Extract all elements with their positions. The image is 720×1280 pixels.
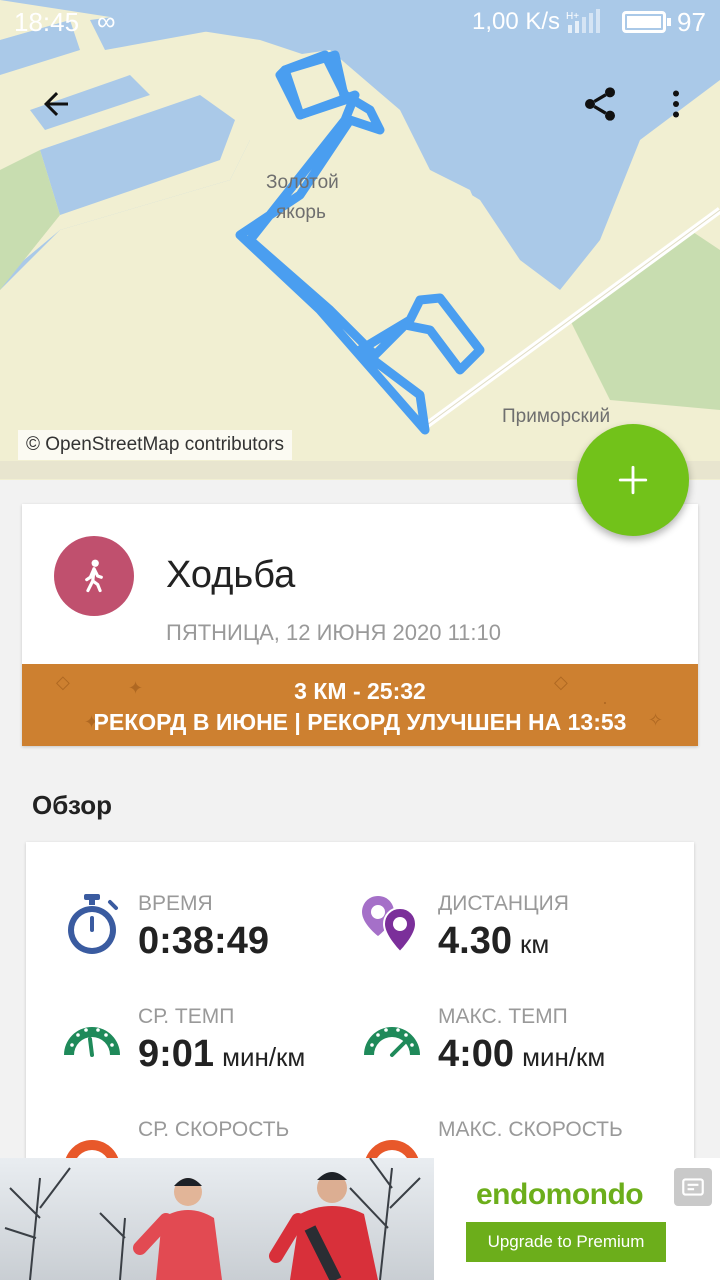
map-label-primorsky: Приморский <box>502 406 611 427</box>
stat-avg-pace[interactable]: СР. ТЕМП 9:01 мин/км <box>60 1005 360 1105</box>
map-label-zolotoy: Золотой <box>266 172 339 193</box>
status-time: 18:45 <box>14 7 80 37</box>
ad-brand: endomondo <box>476 1178 644 1211</box>
stopwatch-icon <box>68 894 118 954</box>
route-map[interactable]: Золотой якорь Приморский © OpenStreetMap… <box>0 0 720 480</box>
map-background <box>0 0 720 479</box>
walking-icon <box>85 559 103 593</box>
stat-label: МАКС. СКОРОСТЬ <box>438 1118 623 1141</box>
sport-name: Ходьба <box>166 554 296 596</box>
battery-percent: 97 <box>677 7 706 37</box>
location-pins-icon <box>362 896 418 954</box>
signal-icon: H+ <box>566 9 606 42</box>
arrow-back-icon <box>44 92 68 116</box>
stat-value: 9:01 мин/км <box>138 1033 306 1075</box>
ad-info-button[interactable] <box>674 1168 712 1206</box>
infinity-icon: ∞ <box>97 6 116 36</box>
stat-label: СР. СКОРОСТЬ <box>138 1118 290 1141</box>
map-attribution[interactable]: © OpenStreetMap contributors <box>18 430 292 460</box>
more-vert-icon <box>673 90 679 118</box>
add-fab-button[interactable] <box>577 424 689 536</box>
sport-avatar <box>54 536 134 616</box>
share-button[interactable] <box>576 80 624 128</box>
network-speed: 1,00 K/s <box>472 8 561 35</box>
upgrade-premium-button[interactable]: Upgrade to Premium <box>466 1222 666 1262</box>
gauge-icon <box>364 1027 420 1057</box>
network-type: H+ <box>566 11 579 22</box>
stat-time[interactable]: ВРЕМЯ 0:38:49 <box>60 892 360 992</box>
stat-max-pace[interactable]: МАКС. ТЕМП 4:00 мин/км <box>360 1005 660 1105</box>
status-bar: 18:45 ∞ 1,00 K/s H+ 97 <box>0 0 720 46</box>
stat-value: 4.30 км <box>438 920 550 962</box>
record-subtitle: РЕКОРД В ИЮНЕ | РЕКОРД УЛУЧШЕН НА 13:53 <box>93 709 627 735</box>
battery-icon <box>622 11 671 33</box>
more-menu-button[interactable] <box>652 80 700 128</box>
ad-runners-image <box>0 1158 434 1280</box>
gauge-icon <box>64 1027 120 1057</box>
stat-value: 0:38:49 <box>138 920 269 962</box>
ad-banner[interactable]: endomondo Upgrade to Premium <box>0 1158 720 1280</box>
ad-info-icon <box>682 1178 704 1196</box>
record-title: 3 КМ - 25:32 <box>294 678 426 704</box>
stat-value: 4:00 мин/км <box>438 1033 606 1075</box>
stat-label: СР. ТЕМП <box>138 1005 235 1028</box>
overview-stats-card: ВРЕМЯ 0:38:49 ДИСТАНЦИЯ 4.30 км СР. ТЕМП … <box>26 842 694 1172</box>
stat-distance[interactable]: ДИСТАНЦИЯ 4.30 км <box>360 892 660 992</box>
share-icon <box>585 87 615 121</box>
plus-icon <box>618 465 648 495</box>
personal-record-banner[interactable]: ◇ ✦ ✦ ◇ ✧ · 3 КМ - 25:32 РЕКОРД В ИЮНЕ |… <box>22 664 698 746</box>
stat-label: ДИСТАНЦИЯ <box>438 892 569 915</box>
back-button[interactable] <box>32 80 80 128</box>
stat-label: ВРЕМЯ <box>138 892 213 915</box>
workout-date: ПЯТНИЦА, 12 ИЮНЯ 2020 11:10 <box>166 620 501 645</box>
stat-label: МАКС. ТЕМП <box>438 1005 568 1028</box>
overview-heading: Обзор <box>32 790 112 820</box>
workout-summary-card[interactable]: Ходьба ПЯТНИЦА, 12 ИЮНЯ 2020 11:10 ◇ ✦ ✦… <box>22 504 698 746</box>
endomondo-logo: endomondo <box>476 1178 644 1212</box>
map-label-yakor: якорь <box>276 202 326 223</box>
